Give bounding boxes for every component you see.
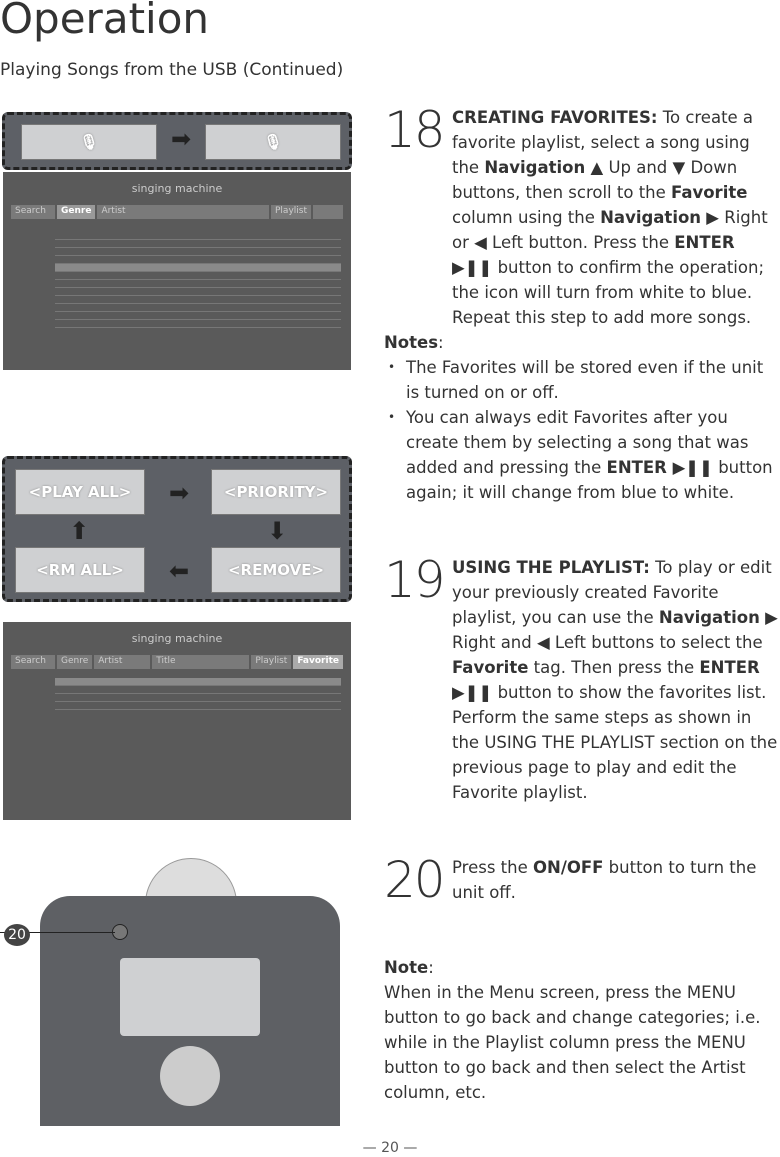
- t: Navigation: [658, 608, 760, 627]
- karaoke-machine-illustration: 20: [0, 858, 350, 1126]
- col-favorite: Favorite: [293, 655, 343, 669]
- t: button to show the favorites list. Perfo…: [452, 683, 778, 802]
- arrow-right-icon: ➡: [169, 479, 190, 507]
- col-search: Search: [11, 655, 55, 669]
- step-heading: CREATING FAVORITES:: [452, 108, 658, 127]
- step-number: 18: [384, 101, 446, 159]
- remove-option: <REMOVE>: [211, 547, 341, 593]
- brand-logo: singing machine: [131, 632, 223, 645]
- note-label: Note: [384, 958, 429, 977]
- playlist-screen-2: singing machine Search Genre Artist Titl…: [3, 622, 351, 820]
- page-number: — 20 —: [362, 1140, 418, 1156]
- t: Navigation: [600, 208, 702, 227]
- step-18: 18 CREATING FAVORITES: To create a favor…: [384, 101, 780, 330]
- note-text: When in the Menu screen, press the MENU …: [384, 983, 761, 1102]
- t: button to confirm the operation; the ico…: [452, 258, 764, 327]
- callout-number: 20: [4, 924, 30, 946]
- mic-icon-white: 🎙: [21, 124, 157, 160]
- section-subtitle: Playing Songs from the USB (Continued): [0, 60, 344, 80]
- song-rows: [55, 232, 341, 328]
- step-19: 19 USING THE PLAYLIST: To play or edit y…: [384, 551, 780, 805]
- col-artist: Artist: [97, 205, 269, 219]
- col-favorite: [313, 205, 343, 219]
- arrow-left-icon: ⬅: [169, 557, 190, 585]
- playlist-screen-1: singing machine Search Genre Artist Play…: [3, 172, 351, 370]
- note-item: You can always edit Favorites after you …: [384, 405, 780, 505]
- arrow-down-icon: ⬇: [267, 517, 288, 545]
- col-genre: Genre: [57, 655, 93, 669]
- step-number: 20: [384, 851, 446, 909]
- playlist-options-callout: <PLAY ALL> ➡ <PRIORITY> ⬆ ⬇ <RM ALL> ⬅ <…: [2, 456, 352, 602]
- step-number: 19: [384, 551, 446, 609]
- favorite-rows: [55, 678, 341, 710]
- favorite-icon-callout: 🎙 ➡ 🎙: [2, 112, 352, 170]
- rm-all-option: <RM ALL>: [15, 547, 145, 593]
- col-genre: Genre: [57, 205, 96, 219]
- t: ENTER ▶❚❚: [606, 458, 713, 477]
- col-title: Title: [152, 655, 250, 669]
- t: ON/OFF: [533, 858, 604, 877]
- step-20: 20 Press the ON/OFF button to turn the u…: [384, 851, 780, 909]
- menu-note: Note: When in the Menu screen, press the…: [384, 955, 780, 1105]
- priority-option: <PRIORITY>: [211, 469, 341, 515]
- page-title: Operation: [0, 0, 210, 43]
- note-item: The Favorites will be stored even if the…: [384, 355, 780, 405]
- col-playlist: Playlist: [271, 205, 311, 219]
- col-artist: Artist: [94, 655, 151, 669]
- mic-icon-blue: 🎙: [205, 124, 341, 160]
- t: Favorite: [671, 183, 748, 202]
- notes-18: Notes: The Favorites will be stored even…: [384, 330, 780, 505]
- play-all-option: <PLAY ALL>: [15, 469, 145, 515]
- col-playlist: Playlist: [251, 655, 292, 669]
- notes-label: Notes: [384, 333, 439, 352]
- t: Press the: [452, 858, 533, 877]
- t: column using the: [452, 208, 601, 227]
- t: Favorite: [452, 658, 529, 677]
- t: Navigation: [484, 158, 586, 177]
- brand-logo: singing machine: [131, 182, 223, 195]
- arrow-right-icon: ➡: [171, 125, 192, 153]
- col-search: Search: [11, 205, 55, 219]
- arrow-up-icon: ⬆: [69, 517, 90, 545]
- step-heading: USING THE PLAYLIST:: [452, 558, 650, 577]
- t: tag. Then press the: [528, 658, 700, 677]
